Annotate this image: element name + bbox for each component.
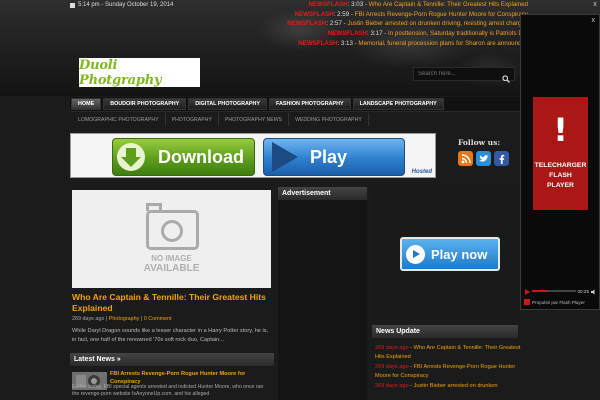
latest-news-item[interactable]: FBI Arrests Revenge-Porn Rogue Hunter Mo… [72,370,272,400]
download-banner-ad[interactable]: Download Play Hosted [70,133,436,178]
player-time: 00:25 [577,288,590,294]
news-age: 269 days ago [375,345,409,351]
featured-image-placeholder[interactable]: NO IMAGE AVAILABLE [72,190,271,288]
ticker-tag: NEWSFLASH [308,1,348,8]
volume-icon[interactable] [591,282,597,300]
latest-news-heading[interactable]: Latest News » [70,353,274,366]
ticker-row[interactable]: NEWSFLASH: 2:59 - FBI Arrests Revenge-Po… [270,10,528,20]
advertisement-heading: Advertisement [278,187,367,200]
search-input[interactable] [418,71,498,77]
news-update-item[interactable]: 269 days ago - FBI Arrests Revenge-Porn … [375,363,521,380]
flash-player-popup: x ! TELECHARGER FLASH PLAYER 00:25 Propu… [520,14,600,310]
post-category-link[interactable]: Photography [109,316,140,322]
post-age: 269 days ago | [72,316,108,322]
download-button[interactable]: Download [112,138,255,176]
no-image-text: NO IMAGE [151,254,192,263]
ticker-time: 2:59 [337,10,350,18]
flash-logo-icon [524,299,530,305]
powered-by: Propulsé par Flash Player [524,299,585,305]
nav-digital[interactable]: DIGITAL PHOTOGRAPHY [188,98,267,110]
ticker-row[interactable]: NEWSFLASH: 2:57 - Justin Bieber arrested… [270,19,528,29]
news-ticker: NEWSFLASH: 3:03 - Who Are Captain & Tenn… [270,0,528,49]
ticker-time: 2:57 [329,20,342,28]
close-icon[interactable]: x [590,0,600,10]
news-update-item[interactable]: 269 days ago - Who Are Captain & Tennill… [375,344,521,361]
nav-home[interactable]: HOME [71,98,102,110]
flash-label-line: FLASH [549,172,572,179]
ticker-row[interactable]: NEWSFLASH: 3:03 - Who Are Captain & Tenn… [270,0,528,10]
seek-progress [532,290,548,292]
play-button[interactable]: Play [263,138,405,176]
camera-icon [146,203,199,250]
ticker-time: 3:03 [351,1,364,8]
post-comments-link[interactable]: 0 Comment [144,316,172,322]
play-now-button[interactable]: Play now [400,237,500,271]
player-controls: 00:25 [524,287,597,295]
search-box [413,67,515,83]
nav-boudoir[interactable]: BOUDOIR PHOTOGRAPHY [103,98,187,110]
play-triangle-icon [272,142,298,172]
ticker-tag: NEWSFLASH [294,10,334,18]
nav-fashion[interactable]: FASHION PHOTOGRAPHY [268,98,351,110]
current-date: 5:14 pm - Sunday October 19, 2014 [78,2,174,8]
news-update-item[interactable]: 269 days ago - Justin Bieber arrested on… [375,382,521,391]
play-circle-icon [406,244,425,264]
warning-icon: ! [553,111,568,149]
nav-lomographic[interactable]: LOMOGRAPHIC PHOTOGRAPHY [72,113,166,126]
download-label: Download [158,146,244,167]
flash-label: TELECHARGER FLASH PLAYER [533,161,588,191]
ticker-time: 3:17 [370,30,383,38]
primary-nav: HOME BOUDOIR PHOTOGRAPHY DIGITAL PHOTOGR… [70,97,520,112]
play-label: Play [310,146,348,167]
ticker-row[interactable]: NEWSFLASH: 3:17 - In posttension, Saturd… [270,29,528,39]
nav-photography-news[interactable]: PHOTOGRAPHY NEWS [219,113,290,126]
news-update-list: 269 days ago - Who Are Captain & Tennill… [375,344,521,393]
featured-post-title[interactable]: Who Are Captain & Tennille: Their Greate… [72,292,272,314]
meta-separator: | [140,316,143,322]
advertisement-slot [278,200,367,400]
news-age: 269 days ago [375,383,409,390]
ticker-row[interactable]: NEWSFLASH: 3:13 - Memorial, funeral proc… [270,39,528,49]
follow-label: Follow us: [458,138,501,147]
secondary-nav: LOMOGRAPHIC PHOTOGRAPHY PHOTOGRAPHY PHOT… [70,113,520,126]
latest-news-excerpt: Earlier today, FBI special agents arrest… [72,384,264,398]
featured-post-meta: 269 days ago | Photography | 0 Comment [72,316,172,322]
follow-us: Follow us: [458,138,509,166]
ticker-tag: NEWSFLASH [287,20,327,28]
nav-landscape[interactable]: LANDSCAPE PHOTOGRAPHY [352,98,444,110]
ticker-tag: NEWSFLASH [327,30,368,38]
close-icon[interactable]: x [592,17,596,24]
ticker-headline[interactable]: FBI Arrests Revenge-Porn Rogue Hunter Mo… [355,11,528,18]
search-icon[interactable] [502,70,510,83]
ticker-tag: NEWSFLASH [298,39,338,47]
rss-icon[interactable] [458,151,473,166]
twitter-icon[interactable] [476,151,491,166]
news-title[interactable]: Justin Bieber arrested on drunken [414,383,498,389]
play-now-label: Play now [431,246,488,262]
ticker-headline[interactable]: Justin Bieber arrested on drunken drivin… [347,20,528,27]
ticker-time: 3:13 [340,39,353,47]
available-text: AVAILABLE [143,263,200,274]
flash-label-line: TELECHARGER [534,162,587,169]
logo-text: Duoli Photgraphy [79,57,162,88]
download-flash-ad[interactable]: ! TELECHARGER FLASH PLAYER [533,97,588,210]
flash-label-line: PLAYER [547,182,574,189]
powered-text: Propulsé par Flash Player [532,299,585,305]
site-logo[interactable]: Duoli Photgraphy [79,57,200,88]
ticker-headline[interactable]: Who Are Captain & Tennille: Their Greate… [369,1,528,8]
hosted-label: Hosted [411,169,432,175]
ticker-headline[interactable]: Memorial, funeral procession plans for S… [358,40,528,47]
play-control-icon[interactable] [524,282,530,300]
featured-post-excerpt: While Daryl Dragon sounds like a lesser … [72,328,269,343]
news-age: 269 days ago [375,364,409,371]
nav-wedding[interactable]: WEDDING PHOTOGRAPHY [289,113,369,126]
ticker-headline[interactable]: In posttension, Saturday traditionally i… [388,30,528,37]
calendar-icon [70,2,75,8]
news-update-heading: News Update [372,325,518,338]
download-arrow-icon [116,142,146,172]
seek-bar[interactable] [532,290,576,292]
facebook-icon[interactable] [494,151,509,166]
date-bar: 5:14 pm - Sunday October 19, 2014 [70,0,173,10]
nav-photography[interactable]: PHOTOGRAPHY [166,113,219,126]
